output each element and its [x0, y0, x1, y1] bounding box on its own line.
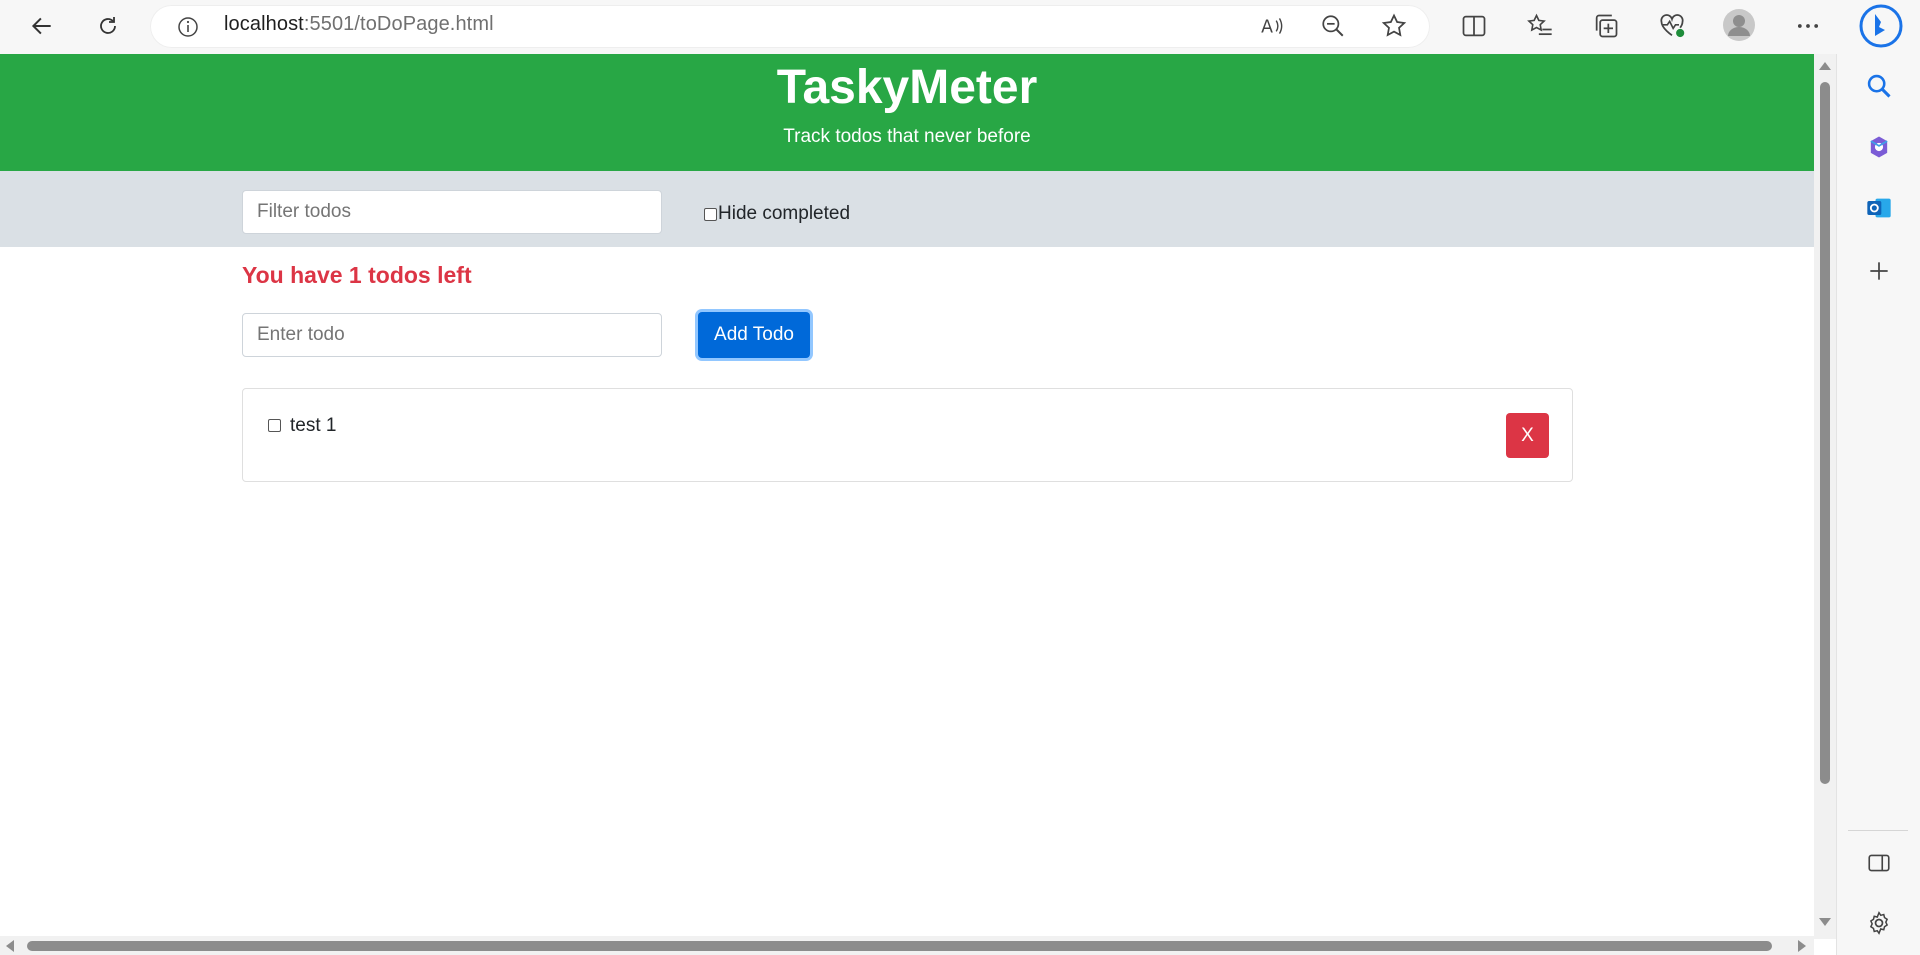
scroll-left-arrow-icon[interactable]	[4, 939, 16, 953]
favorite-star-icon[interactable]	[1380, 12, 1408, 40]
browser-essentials-icon[interactable]	[1658, 12, 1686, 40]
browser-sidebar	[1836, 54, 1920, 955]
vertical-scroll-thumb[interactable]	[1820, 82, 1830, 784]
svg-text:A: A	[1261, 18, 1273, 38]
more-options-icon[interactable]	[1794, 12, 1822, 40]
hide-completed-control[interactable]: Hide completed	[704, 203, 850, 225]
horizontal-scroll-thumb[interactable]	[27, 941, 1772, 951]
hide-completed-checkbox[interactable]	[704, 207, 717, 221]
settings-gear-icon[interactable]	[1866, 910, 1892, 936]
collections-icon[interactable]	[1592, 12, 1620, 40]
filter-todos-input[interactable]	[242, 190, 662, 234]
split-screen-icon[interactable]	[1460, 12, 1488, 40]
url-host: localhost	[224, 13, 304, 35]
add-sidebar-app-icon[interactable]	[1866, 258, 1892, 284]
profile-avatar-icon[interactable]	[1722, 8, 1756, 42]
app-title: TaskyMeter	[776, 61, 1038, 114]
scroll-up-arrow-icon[interactable]	[1818, 60, 1832, 72]
refresh-icon[interactable]	[88, 6, 128, 46]
site-info-icon[interactable]	[176, 15, 200, 39]
search-icon[interactable]	[1865, 72, 1893, 100]
todo-complete-checkbox[interactable]	[268, 419, 281, 432]
scroll-down-arrow-icon[interactable]	[1818, 916, 1832, 928]
add-todo-button[interactable]: Add Todo	[698, 312, 810, 358]
sidebar-divider	[1848, 830, 1908, 831]
back-icon[interactable]	[22, 6, 62, 46]
app-header: TaskyMeter Track todos that never before	[0, 54, 1814, 171]
read-aloud-icon[interactable]: A	[1260, 13, 1286, 39]
delete-todo-button[interactable]: X	[1506, 413, 1549, 458]
todo-text: test 1	[290, 415, 337, 436]
favorites-icon[interactable]	[1526, 12, 1554, 40]
hide-sidebar-icon[interactable]	[1866, 850, 1892, 876]
zoom-out-icon[interactable]	[1320, 13, 1346, 39]
todos-left-message: You have 1 todos left	[242, 262, 472, 288]
new-todo-input[interactable]	[242, 313, 662, 357]
hide-completed-label: Hide completed	[718, 203, 851, 224]
url-text[interactable]: localhost:5501/toDoPage.html	[224, 13, 494, 36]
app-tagline: Track todos that never before	[783, 126, 1031, 147]
copilot-icon[interactable]	[1865, 133, 1893, 161]
todo-item	[242, 388, 1573, 482]
scroll-right-arrow-icon[interactable]	[1796, 939, 1808, 953]
url-path: :5501/toDoPage.html	[303, 13, 494, 35]
outlook-icon[interactable]	[1865, 194, 1893, 222]
bing-copilot-icon[interactable]	[1856, 2, 1906, 50]
